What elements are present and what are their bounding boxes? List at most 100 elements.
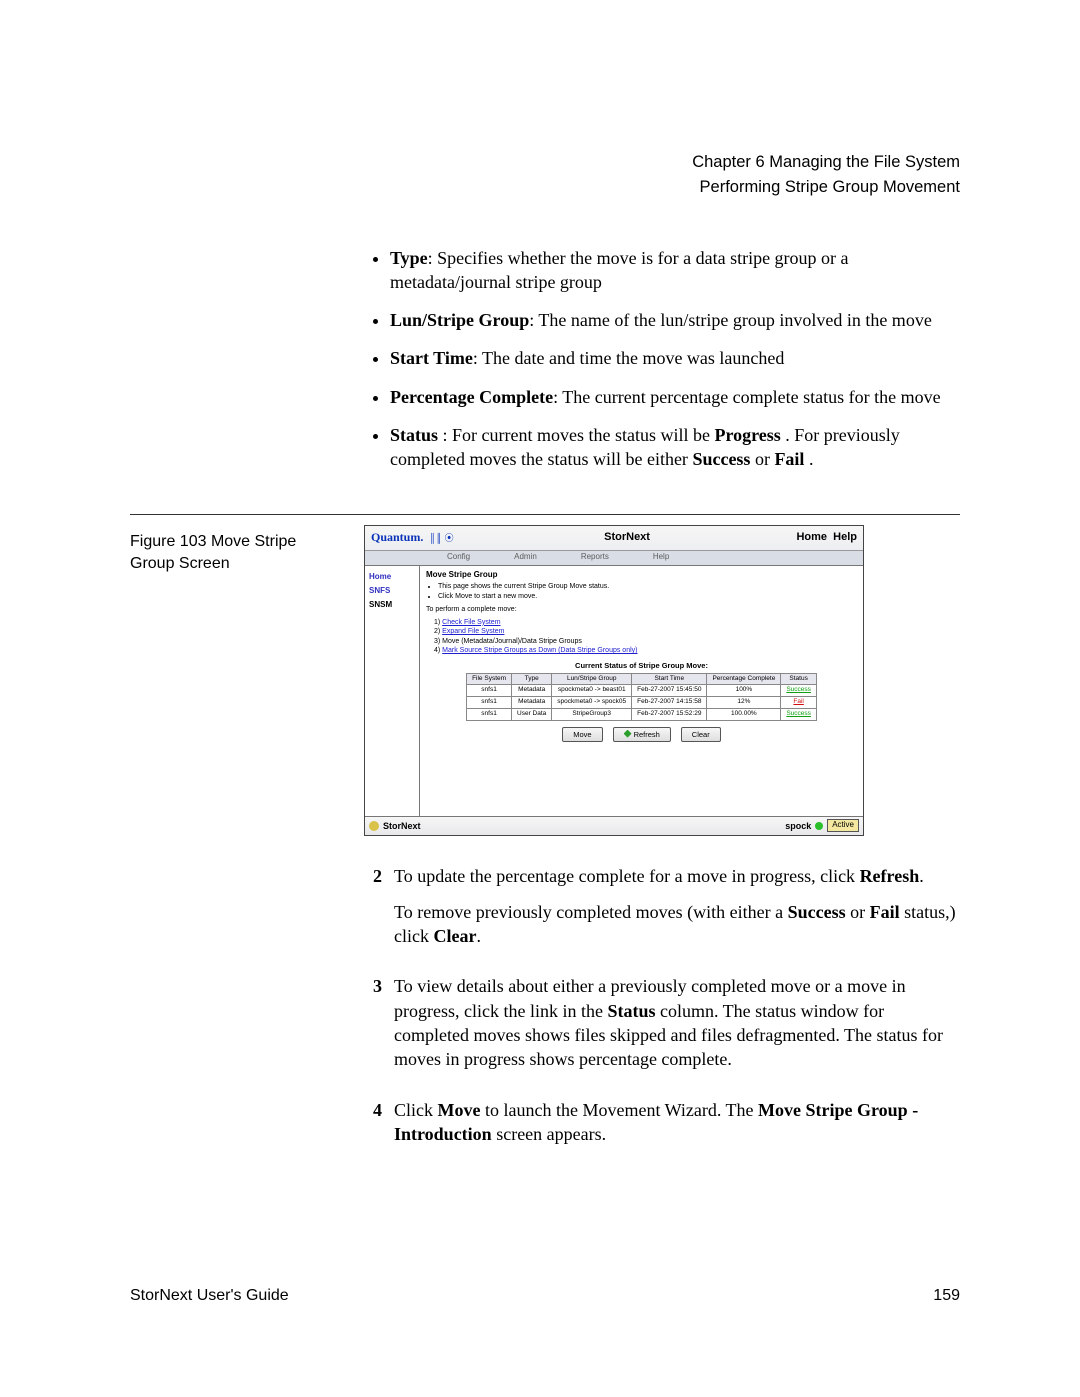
footer-host: spock (785, 820, 811, 832)
status-link[interactable]: Fail (793, 698, 803, 705)
term: Type (390, 248, 428, 268)
home-link[interactable]: Home (796, 531, 827, 543)
cell-lun: StripeGroup3 (552, 708, 632, 720)
app-titlebar: Quantum. ║║ ⦿ StorNext Home Help (365, 526, 863, 551)
intro-line: Click Move to start a new move. (438, 592, 857, 601)
section-rule (130, 514, 960, 515)
desc: . (809, 449, 814, 469)
cell-pct: 100% (707, 685, 781, 697)
desc: or (755, 449, 775, 469)
intro-line: This page shows the current Stripe Group… (438, 582, 857, 591)
menu-admin[interactable]: Admin (492, 552, 559, 563)
term: Lun/Stripe Group (390, 310, 529, 330)
numbered-steps: 2 To update the percentage complete for … (364, 864, 960, 1159)
step-4: 4 Click Move to launch the Movement Wiza… (364, 1098, 960, 1159)
page: Chapter 6 Managing the File System Perfo… (0, 0, 1080, 1232)
status-link[interactable]: Success (786, 710, 811, 717)
section-line: Performing Stripe Group Movement (130, 175, 960, 200)
footer-logo-icon (369, 821, 379, 831)
clear-button[interactable]: Clear (681, 727, 721, 742)
chapter-line: Chapter 6 Managing the File System (130, 150, 960, 175)
menu-reports[interactable]: Reports (559, 552, 631, 563)
move-button[interactable]: Move (562, 727, 602, 742)
header-links: Home Help (796, 530, 863, 545)
th-start: Start Time (632, 673, 707, 685)
figure-right: Quantum. ║║ ⦿ StorNext Home Help Config … (364, 525, 960, 1173)
help-link[interactable]: Help (833, 531, 857, 543)
cell-status: Success (781, 708, 817, 720)
cell-start: Feb-27-2007 15:45:50 (632, 685, 707, 697)
cell-type: Metadata (512, 697, 552, 709)
menu-bar: Config Admin Reports Help (365, 551, 863, 566)
cell-pct: 100.00% (707, 708, 781, 720)
sidebar-item-snsm[interactable]: SNSM (369, 598, 415, 612)
button-row: Move Refresh Clear (426, 727, 857, 742)
page-footer: StorNext User's Guide 159 (130, 1285, 960, 1307)
footer-page: 159 (933, 1285, 960, 1307)
brand-icon: ║║ ⦿ (429, 532, 457, 544)
term: Start Time (390, 348, 473, 368)
cell-lun: spockmeta0 -> spock05 (552, 697, 632, 709)
app-body: Home SNFS SNSM Move Stripe Group This pa… (365, 566, 863, 816)
step-body: To view details about either a previousl… (394, 974, 960, 1083)
step-link-mark-down[interactable]: Mark Source Stripe Groups as Down (Data … (442, 647, 637, 654)
kw: Fail (774, 449, 804, 469)
sidebar: Home SNFS SNSM (365, 566, 420, 816)
intro-bullets: This page shows the current Stripe Group… (438, 582, 857, 601)
menu-config[interactable]: Config (425, 552, 492, 563)
th-type: Type (512, 673, 552, 685)
status-badge: Active (827, 819, 859, 832)
refresh-button[interactable]: Refresh (613, 727, 671, 742)
term: Percentage Complete (390, 387, 553, 407)
cell-fs: snfs1 (467, 685, 512, 697)
step-number: 2 (364, 864, 382, 961)
cell-fs: snfs1 (467, 708, 512, 720)
cell-fs: snfs1 (467, 697, 512, 709)
main-panel: Move Stripe Group This page shows the cu… (420, 566, 863, 816)
desc: : The date and time the move was launche… (473, 348, 785, 368)
sidebar-item-home[interactable]: Home (369, 570, 415, 584)
cell-start: Feb-27-2007 15:52:29 (632, 708, 707, 720)
step-2: 2 To update the percentage complete for … (364, 864, 960, 961)
th-pct: Percentage Complete (707, 673, 781, 685)
table-caption: Current Status of Stripe Group Move: (426, 661, 857, 671)
cell-type: User Data (512, 708, 552, 720)
field-definitions-list: Type: Specifies whether the move is for … (364, 246, 960, 472)
table-row: snfs1User DataStripeGroup3Feb-27-2007 15… (467, 708, 817, 720)
app-footer: StorNext spock Active (365, 816, 863, 835)
step-link-check-fs[interactable]: Check File System (442, 619, 500, 626)
step-body: Click Move to launch the Movement Wizard… (394, 1098, 960, 1159)
desc: : The current percentage complete status… (553, 387, 941, 407)
move-stripe-group-screenshot: Quantum. ║║ ⦿ StorNext Home Help Config … (364, 525, 864, 836)
cell-pct: 12% (707, 697, 781, 709)
footer-product: StorNext (383, 820, 421, 832)
chapter-header: Chapter 6 Managing the File System Perfo… (130, 150, 960, 200)
cell-status: Success (781, 685, 817, 697)
menu-help[interactable]: Help (631, 552, 691, 563)
desc: : For current moves the status will be (443, 425, 715, 445)
cell-status: Fail (781, 697, 817, 709)
refresh-icon (624, 730, 632, 738)
figure-caption: Figure 103 Move Stripe Group Screen (130, 525, 340, 576)
list-item: Lun/Stripe Group: The name of the lun/st… (390, 308, 960, 332)
steps-list: 1) Check File System 2) Expand File Syst… (434, 618, 857, 656)
list-item: Type: Specifies whether the move is for … (390, 246, 960, 295)
step-body: To update the percentage complete for a … (394, 864, 960, 961)
step-link-expand-fs[interactable]: Expand File System (442, 628, 504, 635)
sidebar-item-snfs[interactable]: SNFS (369, 584, 415, 598)
status-link[interactable]: Success (786, 686, 811, 693)
cell-lun: spockmeta0 -> beast01 (552, 685, 632, 697)
list-item: Start Time: The date and time the move w… (390, 346, 960, 370)
panel-title: Move Stripe Group (426, 570, 857, 581)
desc: : The name of the lun/stripe group invol… (529, 310, 932, 330)
figure-row: Figure 103 Move Stripe Group Screen Quan… (130, 525, 960, 1173)
th-status: Status (781, 673, 817, 685)
table-row: snfs1Metadataspockmeta0 -> spock05Feb-27… (467, 697, 817, 709)
content-block: Type: Specifies whether the move is for … (130, 246, 960, 486)
step-number: 3 (364, 974, 382, 1083)
kw: Success (692, 449, 750, 469)
right-column: Type: Specifies whether the move is for … (364, 246, 960, 486)
th-fs: File System (467, 673, 512, 685)
status-dot-icon (815, 822, 823, 830)
list-item: Percentage Complete: The current percent… (390, 385, 960, 409)
